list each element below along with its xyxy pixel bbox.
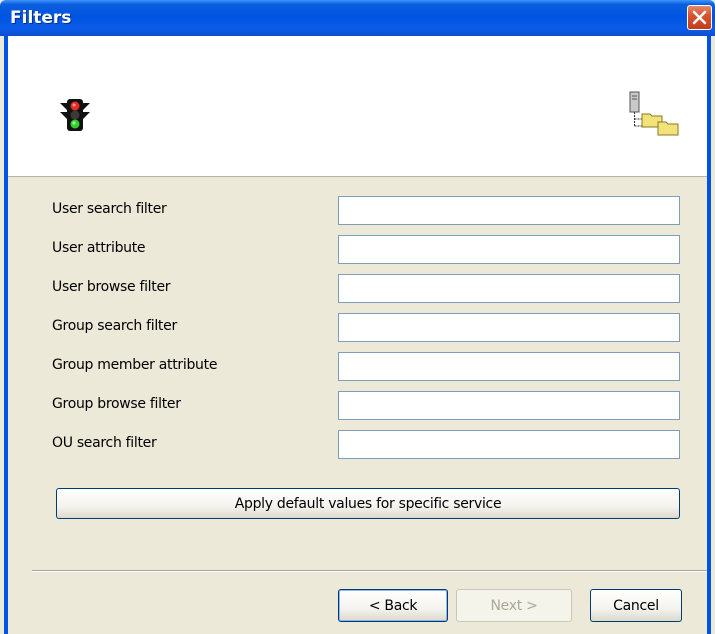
close-button[interactable] [687,5,712,30]
ou-search-filter-label: OU search filter [52,435,157,451]
group-member-attribute-input[interactable] [338,352,680,381]
user-attribute-input[interactable] [338,235,680,264]
window-title: Filters [10,8,72,28]
dialog-client-area: User search filter User attribute User b… [4,36,711,634]
group-browse-filter-input[interactable] [338,391,680,420]
cancel-button[interactable]: Cancel [590,589,682,622]
title-bar[interactable]: Filters [0,0,715,36]
group-browse-filter-label: Group browse filter [52,396,181,412]
traffic-light-icon [60,99,90,131]
group-member-attribute-label: Group member attribute [52,357,218,373]
user-search-filter-input[interactable] [338,196,680,225]
user-search-filter-label: User search filter [52,201,167,217]
ou-search-filter-input[interactable] [338,430,680,459]
back-button[interactable]: < Back [338,589,448,622]
group-search-filter-label: Group search filter [52,318,177,334]
apply-defaults-button[interactable]: Apply default values for specific servic… [56,488,680,519]
next-button[interactable]: Next > [456,589,572,622]
user-browse-filter-label: User browse filter [52,279,171,295]
user-browse-filter-input[interactable] [338,274,680,303]
header-pane [8,36,707,177]
filters-dialog: Filters User search filter User attribut… [0,0,715,634]
group-search-filter-input[interactable] [338,313,680,342]
user-attribute-label: User attribute [52,240,146,256]
ldap-tree-icon [629,91,679,136]
close-icon [692,10,707,25]
separator [32,570,707,572]
